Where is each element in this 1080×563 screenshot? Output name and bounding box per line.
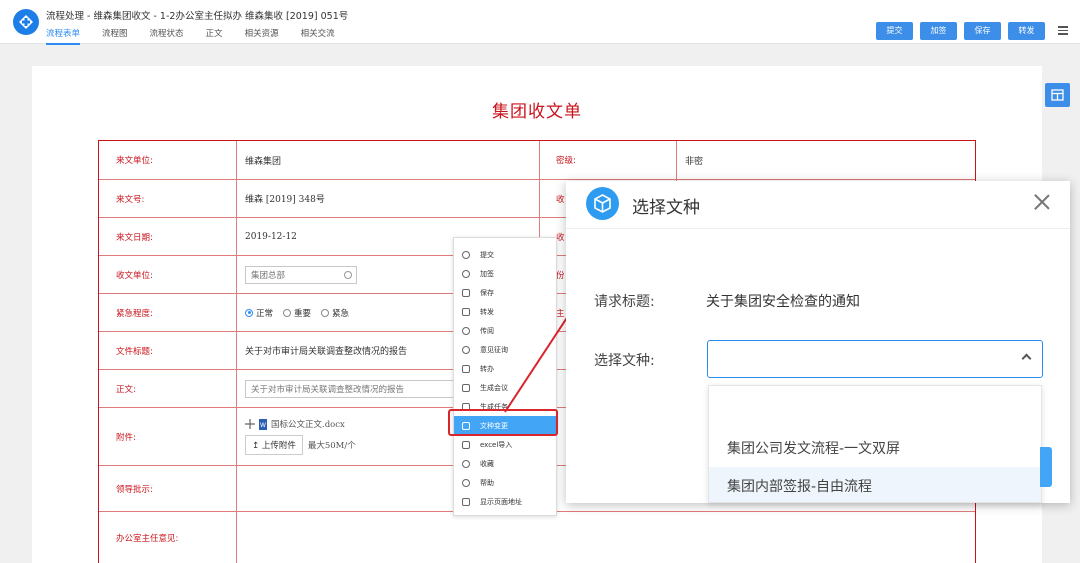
menu-item-excel-import[interactable]: excel导入 — [454, 435, 556, 454]
move-icon[interactable] — [245, 419, 255, 429]
menu-item-consult[interactable]: 意见征询 — [454, 340, 556, 359]
form-value: 维森 [2019] 348号 — [245, 195, 325, 205]
doc-type-option[interactable]: 集团内部签报-自由流程 — [709, 467, 1041, 502]
search-icon[interactable] — [344, 270, 352, 279]
dialog-title: 选择文种 — [632, 198, 700, 218]
form-row-sender: 来文单位: 维森集团 密级: 非密 — [99, 141, 975, 179]
form-label: 领导批示: — [99, 466, 237, 511]
form-row-director-opinion: 办公室主任意见: — [99, 511, 975, 563]
cube-icon — [586, 187, 619, 220]
forward-icon — [462, 307, 470, 316]
upload-icon: ↥ — [252, 441, 262, 451]
receiver-input[interactable]: 集团总部 — [245, 265, 357, 284]
upload-row: ↥ 上传附件 最大50M/个 — [245, 435, 356, 455]
tab-flow-status[interactable]: 流程状态 — [150, 27, 184, 45]
word-file-icon: W — [259, 418, 267, 430]
select-doc-type-dialog: 选择文种 请求标题: 关于集团安全检查的通知 选择文种: 集团公司发文流程-一文… — [566, 181, 1070, 503]
body-field-wrap: 关于对市审计局关联调查整改情况的报告 — [245, 370, 455, 407]
attachment-file[interactable]: W 国标公文正文.docx — [245, 418, 356, 430]
attachment-area: W 国标公文正文.docx ↥ 上传附件 最大50M/个 — [245, 418, 356, 455]
doc-type-label: 选择文种: — [594, 353, 655, 369]
tab-flowchart[interactable]: 流程图 — [102, 27, 128, 45]
form-value: 2019-12-12 — [245, 231, 297, 242]
form-value: 非密 — [685, 156, 704, 167]
menu-item-show-page-url[interactable]: 显示页面地址 — [454, 492, 556, 511]
urgency-radio-group: 正常 重要 紧急 — [245, 294, 359, 331]
form-label: 来文单位: — [99, 141, 237, 179]
close-icon[interactable] — [1032, 192, 1052, 212]
menu-item-transfer[interactable]: 转办 — [454, 359, 556, 378]
doc-type-select[interactable] — [707, 340, 1043, 378]
form-title: 集团收文单 — [492, 102, 582, 122]
tab-form[interactable]: 流程表单 — [46, 27, 81, 45]
add-sign-button[interactable]: 加签 — [920, 22, 957, 40]
upload-size-hint: 最大50M/个 — [307, 441, 356, 451]
receiver-value: 集团总部 — [251, 270, 286, 281]
menu-item-add-sign[interactable]: 加签 — [454, 264, 556, 283]
menu-item-circulate[interactable]: 传阅 — [454, 321, 556, 340]
form-label: 文件标题: — [99, 332, 237, 369]
form-label: 来文号: — [99, 180, 237, 217]
svg-text:W: W — [260, 422, 266, 429]
form-label: 正文: — [99, 370, 237, 407]
import-icon — [462, 440, 470, 449]
form-value: 维森集团 — [245, 156, 282, 167]
window-title: 流程处理 - 维森集团收文 - 1-2办公室主任拟办 维森集收 [2019] 0… — [46, 11, 349, 22]
context-menu: 提交 加签 保存 转发 传阅 意见征询 转办 生成会议 生成任务 文种变更 ex… — [453, 237, 557, 516]
star-icon — [462, 459, 470, 468]
form-value: 关于对市审计局关联调查整改情况的报告 — [245, 347, 408, 357]
edit-icon — [462, 364, 470, 373]
tab-bar: 流程表单 流程图 流程状态 正文 相关资源 相关交流 — [46, 27, 357, 45]
doc-type-option[interactable]: 集团公司发文流程-一文双屏 — [709, 429, 1041, 467]
top-bar: 流程处理 - 维森集团收文 - 1-2办公室主任拟办 维森集收 [2019] 0… — [0, 0, 1080, 45]
menu-item-favorite[interactable]: 收藏 — [454, 454, 556, 473]
form-label: 来文日期: — [99, 218, 237, 255]
submit-button[interactable]: 提交 — [876, 22, 913, 40]
attachment-filename[interactable]: 国标公文正文.docx — [271, 418, 345, 430]
app-logo — [13, 9, 39, 35]
chevron-up-icon[interactable] — [1021, 353, 1032, 364]
side-toggle-button[interactable] — [1045, 83, 1070, 107]
menu-item-submit[interactable]: 提交 — [454, 245, 556, 264]
subject-value: 关于集团安全检查的通知 — [706, 294, 860, 310]
menu-item-save[interactable]: 保存 — [454, 283, 556, 302]
layout-icon — [1051, 89, 1064, 101]
meeting-icon — [462, 383, 470, 392]
tab-exchange[interactable]: 相关交流 — [301, 27, 335, 45]
body-text-placeholder: 关于对市审计局关联调查整改情况的报告 — [251, 384, 405, 395]
urgency-important-radio[interactable]: 重要 — [283, 307, 311, 319]
urgency-normal-radio[interactable]: 正常 — [245, 307, 273, 319]
receiver-field-wrap: 集团总部 — [245, 256, 357, 293]
selection-highlight-box — [448, 409, 558, 436]
urgency-urgent-radio[interactable]: 紧急 — [321, 307, 349, 319]
hamburger-menu-icon[interactable] — [1058, 26, 1068, 35]
chat-bubble-icon — [462, 345, 470, 354]
form-label: 密级: — [539, 141, 677, 179]
dialog-confirm-button[interactable] — [1040, 447, 1052, 487]
form-label: 办公室主任意见: — [99, 512, 237, 563]
save-icon — [462, 288, 470, 297]
refresh-icon — [462, 326, 470, 335]
dialog-header: 选择文种 — [566, 181, 1070, 229]
gear-icon — [462, 269, 470, 278]
upload-button[interactable]: ↥ 上传附件 — [245, 435, 303, 455]
action-buttons: 提交 加签 保存 转发 — [869, 22, 1045, 40]
check-circle-icon — [462, 250, 470, 259]
tab-body-text[interactable]: 正文 — [206, 27, 223, 45]
window-icon — [462, 497, 470, 506]
form-label: 紧急程度: — [99, 294, 237, 331]
doc-type-dropdown: 集团公司发文流程-一文双屏 集团内部签报-自由流程 — [708, 385, 1042, 503]
clock-icon — [462, 478, 470, 487]
subject-label: 请求标题: — [594, 294, 655, 310]
menu-item-create-meeting[interactable]: 生成会议 — [454, 378, 556, 397]
menu-item-forward[interactable]: 转发 — [454, 302, 556, 321]
save-button[interactable]: 保存 — [964, 22, 1001, 40]
tab-resources[interactable]: 相关资源 — [245, 27, 279, 45]
form-label: 收文单位: — [99, 256, 237, 293]
form-label: 附件: — [99, 408, 237, 465]
body-text-input[interactable]: 关于对市审计局关联调查整改情况的报告 — [245, 379, 455, 398]
forward-button[interactable]: 转发 — [1008, 22, 1045, 40]
menu-item-help[interactable]: 帮助 — [454, 473, 556, 492]
